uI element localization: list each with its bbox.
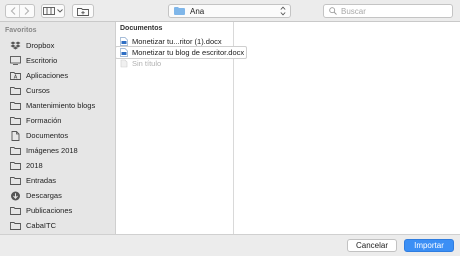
- sidebar-item-cabaitc[interactable]: CabaITC: [0, 218, 115, 233]
- location-label: Ana: [190, 6, 205, 16]
- column-header: Documentos: [120, 25, 163, 32]
- sidebar: Favoritos Dropbox Escritorio Aplicacione…: [0, 22, 116, 234]
- sidebar-item-dropbox[interactable]: Dropbox: [0, 38, 115, 53]
- file-item-monetizar-selected[interactable]: Monetizar tu blog de escritor.docx: [116, 47, 246, 58]
- new-folder-button[interactable]: [72, 4, 94, 18]
- sidebar-item-escritorio[interactable]: Escritorio: [0, 53, 115, 68]
- folder-icon: [9, 161, 21, 171]
- docx-icon: [120, 37, 128, 46]
- sidebar-heading: Favoritos: [5, 27, 37, 34]
- folder-icon: [9, 101, 21, 111]
- folder-icon: [9, 221, 21, 231]
- search-input[interactable]: [341, 6, 451, 16]
- sidebar-item-2018[interactable]: 2018: [0, 158, 115, 173]
- sidebar-item-label: Publicaciones: [26, 206, 73, 215]
- sidebar-item-label: Descargas: [26, 191, 62, 200]
- view-mode-button[interactable]: [41, 4, 65, 18]
- sidebar-item-cursos[interactable]: Cursos: [0, 83, 115, 98]
- sidebar-item-formacion[interactable]: Formación: [0, 113, 115, 128]
- file-list: Monetizar tu...ritor (1).docx Monetizar …: [116, 36, 246, 69]
- back-forward-buttons[interactable]: [5, 4, 35, 18]
- folder-icon: [9, 116, 21, 126]
- file-item-sin-titulo[interactable]: Sin título: [116, 58, 234, 69]
- back-button[interactable]: [6, 5, 21, 17]
- applications-icon: [9, 71, 21, 81]
- sidebar-item-label: Documentos: [26, 131, 69, 140]
- sidebar-item-documentos[interactable]: Documentos: [0, 128, 115, 143]
- file-name: Monetizar tu...ritor (1).docx: [132, 37, 222, 46]
- sidebar-item-imagenes-2018[interactable]: Imágenes 2018: [0, 143, 115, 158]
- browser-column-documentos: Documentos Monetizar tu...ritor (1).docx…: [116, 22, 246, 234]
- sidebar-item-label: CabaITC: [26, 221, 57, 230]
- dropbox-icon: [9, 41, 21, 51]
- sidebar-item-label: Cursos: [26, 86, 50, 95]
- folder-icon: [9, 206, 21, 216]
- documents-icon: [9, 130, 21, 141]
- folder-icon: [9, 86, 21, 96]
- sidebar-list: Dropbox Escritorio Aplicaciones Cursos M: [0, 38, 115, 233]
- sidebar-item-descargas[interactable]: Descargas: [0, 188, 115, 203]
- cancel-button[interactable]: Cancelar: [347, 239, 397, 252]
- file-name: Monetizar tu blog de escritor.docx: [132, 48, 245, 57]
- folder-icon: [174, 7, 185, 15]
- chevron-down-icon: [57, 9, 63, 13]
- sidebar-item-label: Formación: [26, 116, 62, 125]
- desktop-icon: [9, 56, 21, 66]
- import-button[interactable]: Importar: [404, 239, 454, 252]
- updown-chevron-icon: [280, 6, 286, 18]
- sidebar-item-aplicaciones[interactable]: Aplicaciones: [0, 68, 115, 83]
- downloads-icon: [9, 191, 21, 201]
- sidebar-item-label: Aplicaciones: [26, 71, 69, 80]
- sidebar-item-label: Entradas: [26, 176, 57, 185]
- forward-button[interactable]: [20, 5, 34, 17]
- chevron-right-icon: [24, 7, 30, 15]
- dialog-button-bar: Cancelar Importar: [0, 234, 460, 256]
- docx-icon: [120, 48, 128, 57]
- chevron-left-icon: [10, 7, 15, 15]
- browser-column-empty: [234, 22, 460, 234]
- sidebar-item-mantenimiento-blogs[interactable]: Mantenimiento blogs: [0, 98, 115, 113]
- columns-view-icon: [43, 7, 55, 15]
- sidebar-item-label: 2018: [26, 161, 43, 170]
- sidebar-item-entradas[interactable]: Entradas: [0, 173, 115, 188]
- file-item-monetizar-1[interactable]: Monetizar tu...ritor (1).docx: [116, 36, 234, 47]
- file-name: Sin título: [132, 59, 162, 68]
- dim-file-icon: [120, 59, 128, 68]
- folder-icon: [9, 176, 21, 186]
- folder-icon: [9, 146, 21, 156]
- sidebar-item-label: Mantenimiento blogs: [26, 101, 96, 110]
- sidebar-item-label: Imágenes 2018: [26, 146, 78, 155]
- new-folder-icon: [77, 7, 89, 16]
- location-popup[interactable]: Ana: [168, 4, 291, 18]
- toolbar: Ana: [0, 0, 460, 22]
- sidebar-item-label: Escritorio: [26, 56, 58, 65]
- sidebar-item-label: Dropbox: [26, 41, 55, 50]
- sidebar-item-publicaciones[interactable]: Publicaciones: [0, 203, 115, 218]
- search-field[interactable]: [323, 4, 453, 18]
- search-icon: [329, 7, 337, 15]
